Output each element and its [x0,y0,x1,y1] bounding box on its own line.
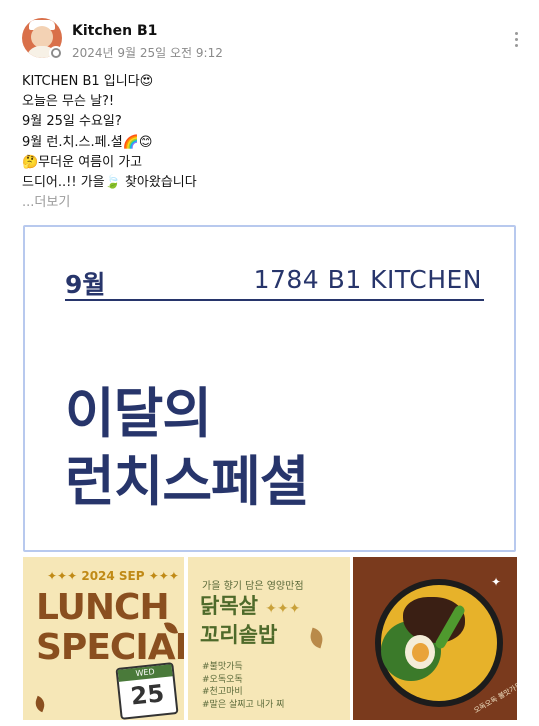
post-line: 드디어..!! 가을🍃 찾아왔습니다 [22,175,197,191]
thumbnail-food-photo[interactable]: ✦ 오독오독 불맛가득 [353,557,517,720]
hashtag: #천고마비 [202,687,243,697]
post-body: KITCHEN B1 입니다😍 오늘은 무슨 날?! 9월 25일 수요일? 9… [22,72,512,213]
calendar-day: 25 [129,679,166,711]
hashtag: #불맛가득 [202,662,243,672]
thumb-lunch: LUNCH [36,587,170,628]
username[interactable]: Kitchen B1 [72,23,157,39]
thumbnail-lunch-special[interactable]: ✦✦✦ 2024 SEP ✦✦✦ LUNCH SPECIAL WED 25 [23,557,184,720]
post-line: 🤔무더운 여름이 가고 [22,154,143,170]
sparkle-icon: ✦ [491,575,502,589]
more-vertical-icon[interactable] [510,30,522,50]
menu-title-line1: 닭목살 [200,594,258,618]
banner-kitchen: 1784 B1 KITCHEN [253,265,482,294]
banner-month: 9월 [65,270,106,299]
menu-hashtags: #불맛가득 #오독오독 #천고마비 #말은 살찌고 내가 찌 [202,661,284,711]
banner-divider [65,299,484,301]
post-line: 오늘은 무슨 날?! [22,94,115,110]
calendar-icon: WED 25 [115,662,179,720]
thumb-year: ✦✦✦ 2024 SEP ✦✦✦ [47,569,179,583]
post-line: 9월 런.치.스.페.셜🌈😊 [22,134,153,150]
post-header: ● Kitchen B1 2024년 9월 25일 오전 9:12 [0,0,539,70]
stars-icon: ✦✦✦ [265,601,301,617]
post-line: KITCHEN B1 입니다😍 [22,74,154,89]
badge-icon: ● [49,46,63,60]
see-more-link[interactable]: ...더보기 [22,193,512,213]
yolk-shape [412,643,429,662]
menu-title-line2: 꼬리솥밥 [200,623,278,647]
thumb-special: SPECIAL [36,627,184,668]
hashtag: #말은 살찌고 내가 찌 [202,699,285,710]
thumbnail-menu[interactable]: 가을 향기 담은 영양만점 닭목살 ✦✦✦ 꼬리솥밥 #불맛가득 #오독오독 #… [188,557,350,720]
menu-title: 닭목살 ✦✦✦ 꼬리솥밥 [200,593,300,648]
banner-title-line2: 런치스페셜 [65,450,309,513]
hashtag: #오독오독 [202,674,243,685]
menu-tagline: 가을 향기 담은 영양만점 [202,581,304,592]
post-line: 9월 25일 수요일? [22,114,122,130]
banner-image[interactable]: 9월 1784 B1 KITCHEN 이달의 런치스페셜 [23,225,516,552]
leaf-icon [32,695,48,713]
chef-face-icon [31,26,53,48]
timestamp: 2024년 9월 25일 오전 9:12 [72,46,223,60]
leaf-icon [307,627,326,649]
